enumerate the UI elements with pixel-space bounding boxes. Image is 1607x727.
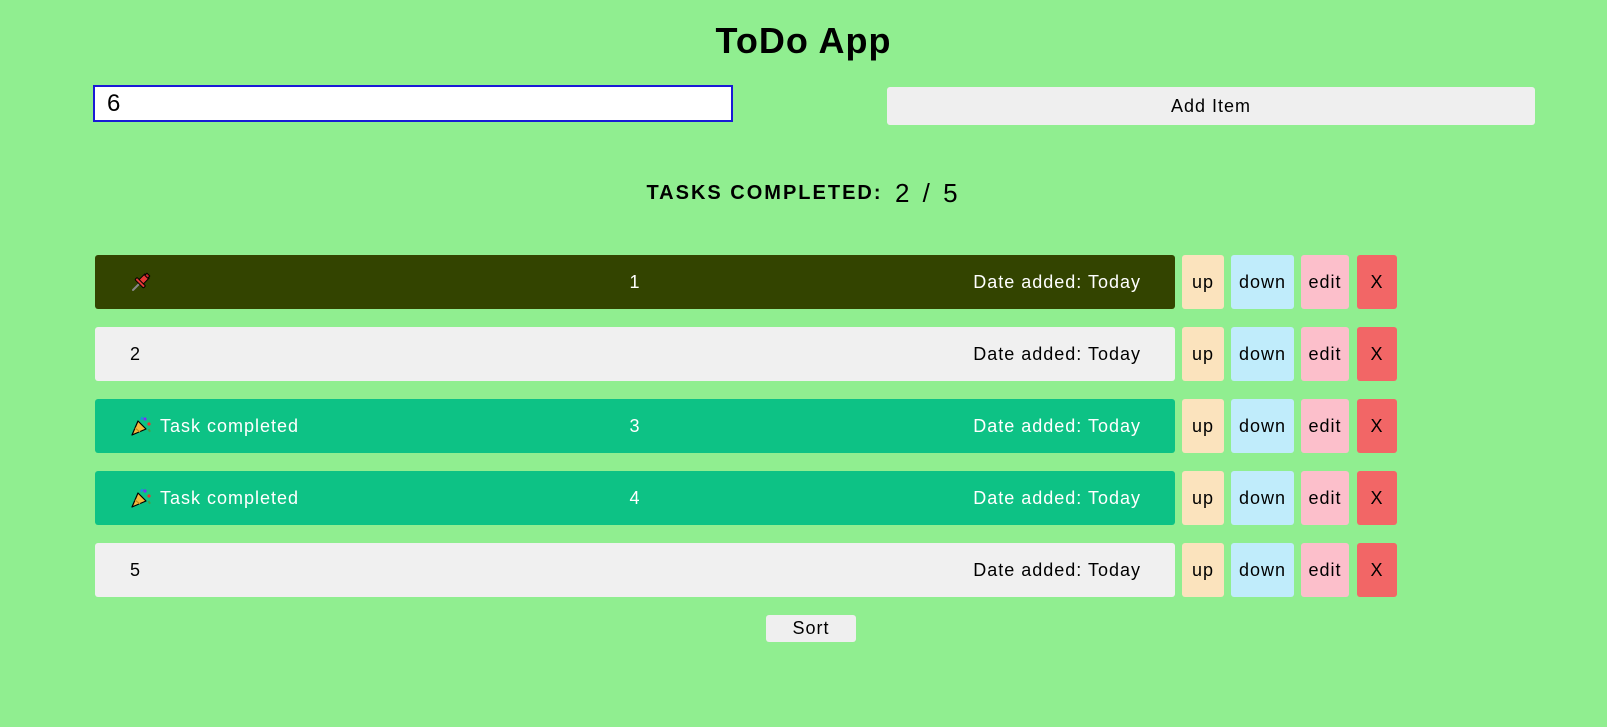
task-item[interactable]: 1 Date added: Today bbox=[95, 255, 1175, 309]
tasks-completed-counter: Tasks completed: 2 / 5 bbox=[0, 178, 1607, 209]
task-date: Date added: Today bbox=[973, 487, 1141, 508]
task-list: 1 Date added: Today up down edit X 2 Dat… bbox=[95, 255, 1400, 615]
sort-button[interactable]: Sort bbox=[766, 615, 856, 642]
task-item[interactable]: 2 Date added: Today bbox=[95, 327, 1175, 381]
move-down-button[interactable]: down bbox=[1231, 543, 1294, 597]
move-up-button[interactable]: up bbox=[1182, 327, 1224, 381]
pushpin-icon bbox=[130, 271, 152, 293]
edit-button[interactable]: edit bbox=[1301, 399, 1349, 453]
edit-button[interactable]: edit bbox=[1301, 543, 1349, 597]
move-up-button[interactable]: up bbox=[1182, 471, 1224, 525]
task-item[interactable]: Task completed 3 Date added: Today bbox=[95, 399, 1175, 453]
task-row: 5 Date added: Today up down edit X bbox=[95, 543, 1400, 597]
delete-button[interactable]: X bbox=[1357, 255, 1397, 309]
move-down-button[interactable]: down bbox=[1231, 399, 1294, 453]
delete-button[interactable]: X bbox=[1357, 399, 1397, 453]
move-down-button[interactable]: down bbox=[1231, 471, 1294, 525]
edit-button[interactable]: edit bbox=[1301, 255, 1349, 309]
move-up-button[interactable]: up bbox=[1182, 399, 1224, 453]
delete-button[interactable]: X bbox=[1357, 471, 1397, 525]
task-date: Date added: Today bbox=[973, 559, 1141, 580]
task-row: Task completed 3 Date added: Today up do… bbox=[95, 399, 1400, 453]
task-text: 5 bbox=[130, 560, 142, 580]
task-text: 2 bbox=[130, 344, 142, 364]
task-item[interactable]: Task completed 4 Date added: Today bbox=[95, 471, 1175, 525]
add-item-button[interactable]: Add Item bbox=[887, 87, 1535, 125]
task-row: 2 Date added: Today up down edit X bbox=[95, 327, 1400, 381]
task-row: 1 Date added: Today up down edit X bbox=[95, 255, 1400, 309]
task-date: Date added: Today bbox=[973, 343, 1141, 364]
task-status-label: Task completed bbox=[160, 487, 300, 508]
page-title: ToDo App bbox=[715, 20, 892, 61]
move-down-button[interactable]: down bbox=[1231, 327, 1294, 381]
delete-button[interactable]: X bbox=[1357, 327, 1397, 381]
new-task-input[interactable] bbox=[93, 85, 733, 122]
task-date: Date added: Today bbox=[973, 415, 1141, 436]
edit-button[interactable]: edit bbox=[1301, 327, 1349, 381]
task-date: Date added: Today bbox=[973, 271, 1141, 292]
party-popper-icon bbox=[130, 415, 152, 437]
move-down-button[interactable]: down bbox=[1231, 255, 1294, 309]
move-up-button[interactable]: up bbox=[1182, 255, 1224, 309]
edit-button[interactable]: edit bbox=[1301, 471, 1349, 525]
delete-button[interactable]: X bbox=[1357, 543, 1397, 597]
task-status-label: Task completed bbox=[160, 415, 300, 436]
tasks-completed-value: 2 / 5 bbox=[894, 178, 961, 208]
tasks-completed-label: Tasks completed: bbox=[646, 182, 883, 204]
task-row: Task completed 4 Date added: Today up do… bbox=[95, 471, 1400, 525]
move-up-button[interactable]: up bbox=[1182, 543, 1224, 597]
party-popper-icon bbox=[130, 487, 152, 509]
task-item[interactable]: 5 Date added: Today bbox=[95, 543, 1175, 597]
